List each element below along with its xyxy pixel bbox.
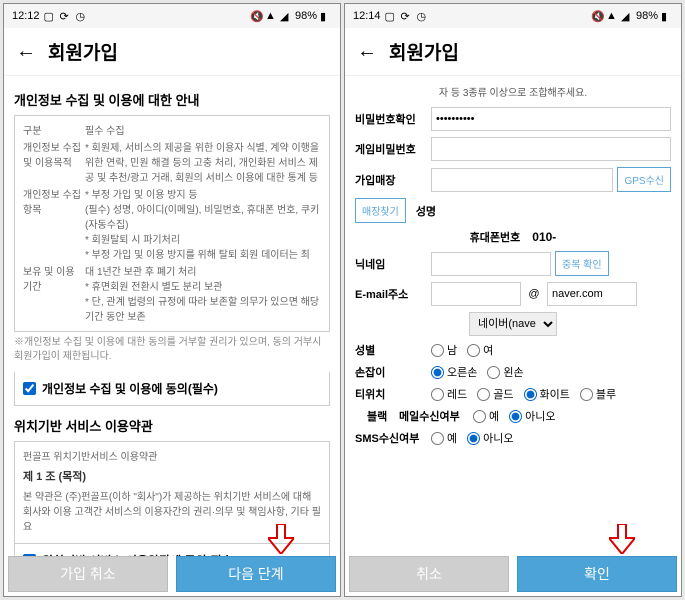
next-step-button[interactable]: 다음 단계 [176,556,336,592]
privacy-table: 구분필수 수집 개인정보 수집 및 이용목적* 회원제, 서비스의 제공을 위한… [14,115,330,332]
game-password-input[interactable] [431,137,671,161]
radio-mail-yes[interactable]: 예 [473,408,499,424]
store-input[interactable] [431,168,613,192]
check-duplicate-button[interactable]: 중복 확인 [555,251,609,276]
email-local-input[interactable] [431,282,521,306]
table-header-value: 필수 수집 [85,124,321,139]
status-time: 12:14 [353,10,381,22]
back-icon[interactable]: ← [357,40,377,63]
sync-icon: ⟳ [401,10,413,22]
gps-button[interactable]: GPS수신 [617,167,671,192]
wifi-icon: ▲ [265,10,277,22]
radio-tee-blue[interactable]: 블루 [580,386,616,402]
signup-form[interactable]: 자 등 3종류 이상으로 조합해주세요. 비밀번호확인 게임비밀번호 가입매장 … [345,76,681,556]
battery-icon: ▮ [661,10,673,22]
mute-icon: 🔇 [250,10,262,22]
mute-icon: 🔇 [591,10,603,22]
clock-icon: ◷ [417,10,429,22]
radio-tee-gold[interactable]: 골드 [477,386,513,402]
find-store-button[interactable]: 매장찾기 [355,198,406,223]
section-privacy-title: 개인정보 수집 및 이용에 대한 안내 [14,90,330,109]
title-bar: ← 회원가입 [345,28,681,76]
confirm-button[interactable]: 확인 [517,556,677,592]
label-store: 가입매장 [355,172,427,188]
label-phone: 휴대폰번호 [470,229,521,245]
password-confirm-input[interactable] [431,107,671,131]
image-icon: ▢ [44,10,56,22]
phone-prefix: 010- [532,230,556,244]
radio-mail-no[interactable]: 아니오 [509,408,555,424]
arrow-annotation-icon [268,524,294,554]
cancel-button[interactable]: 취소 [349,556,509,592]
label-tee: 티위치 [355,386,427,402]
email-at: @ [525,288,543,300]
terms-heading: 펀골프 위치기반서비스 이용약관 [23,450,321,465]
content-scroll[interactable]: 개인정보 수집 및 이용에 대한 안내 구분필수 수집 개인정보 수집 및 이용… [4,76,340,556]
label-sms-sub: SMS수신여부 [355,430,427,446]
wifi-icon: ▲ [606,10,618,22]
title-bar: ← 회원가입 [4,28,340,76]
table-row-value: * 부정 가입 및 이용 방지 등 (필수) 성명, 아이디(이메일), 비밀번… [85,188,321,263]
label-email: E-mail주소 [355,286,427,302]
consent-privacy-checkbox[interactable] [23,382,36,395]
signal-icon: ◢ [280,10,292,22]
footer-buttons: 취소 확인 [345,556,681,596]
terms-article: 제 1 조 (목적) [23,469,321,486]
back-icon[interactable]: ← [16,40,36,63]
sync-icon: ⟳ [60,10,72,22]
radio-sms-yes[interactable]: 예 [431,430,457,446]
email-domain-input[interactable] [547,282,637,306]
label-game-pwd: 게임비밀번호 [355,141,427,157]
nickname-input[interactable] [431,252,551,276]
radio-sms-no[interactable]: 아니오 [467,430,513,446]
password-hint: 자 등 3종류 이상으로 조합해주세요. [355,84,671,99]
consent-privacy-label: 개인정보 수집 및 이용에 동의(필수) [42,380,218,397]
battery-pct: 98% [295,10,317,22]
table-header-label: 구분 [23,124,85,139]
status-bar: 12:14 ▢ ⟳ ◷ 🔇 ▲ ◢ 98% ▮ [345,4,681,28]
label-name: 성명 [416,203,436,219]
label-gender: 성별 [355,342,427,358]
radio-hand-left[interactable]: 왼손 [487,364,523,380]
consent-privacy[interactable]: 개인정보 수집 및 이용에 동의(필수) [14,372,330,406]
phone-screen-left: 12:12 ▢ ⟳ ◷ 🔇 ▲ ◢ 98% ▮ ← 회원가입 개인정보 수집 및… [3,3,341,597]
status-bar: 12:12 ▢ ⟳ ◷ 🔇 ▲ ◢ 98% ▮ [4,4,340,28]
status-time: 12:12 [12,10,40,22]
page-title: 회원가입 [48,38,118,65]
radio-hand-right[interactable]: 오른손 [431,364,477,380]
table-row-label: 개인정보 수집 및 이용목적 [23,141,85,186]
arrow-annotation-icon [609,524,635,554]
section-location-title: 위치기반 서비스 이용약관 [14,416,330,435]
privacy-note: ※개인정보 수집 및 이용에 대한 동의를 거부할 권리가 있으며, 동의 거부… [14,336,330,364]
label-pwd-confirm: 비밀번호확인 [355,111,427,127]
footer-buttons: 가입 취소 다음 단계 [4,556,340,596]
table-row-label: 보유 및 이용 기간 [23,265,85,325]
label-hand: 손잡이 [355,364,427,380]
label-nickname: 닉네임 [355,256,427,272]
radio-gender-m[interactable]: 남 [431,342,457,358]
battery-pct: 98% [636,10,658,22]
email-provider-select[interactable]: 네이버(nave [469,312,557,336]
clock-icon: ◷ [76,10,88,22]
phone-screen-right: 12:14 ▢ ⟳ ◷ 🔇 ▲ ◢ 98% ▮ ← 회원가입 자 등 3종류 이… [344,3,682,597]
cancel-signup-button[interactable]: 가입 취소 [8,556,168,592]
label-mail-sub: 메일수신여부 [399,408,469,424]
signal-icon: ◢ [621,10,633,22]
battery-icon: ▮ [320,10,332,22]
table-row-value: 대 1년간 보관 후 폐기 처리 * 휴면회원 전환시 별도 분리 보관 * 단… [85,265,321,325]
table-row-label: 개인정보 수집 항목 [23,188,85,263]
table-row-value: * 회원제, 서비스의 제공을 위한 이용자 식별, 계약 이행을 위한 연락,… [85,141,321,186]
radio-tee-white[interactable]: 화이트 [524,386,570,402]
page-title: 회원가입 [389,38,459,65]
label-black: 블랙 [355,408,395,424]
radio-gender-f[interactable]: 여 [467,342,493,358]
image-icon: ▢ [385,10,397,22]
radio-tee-red[interactable]: 레드 [431,386,467,402]
